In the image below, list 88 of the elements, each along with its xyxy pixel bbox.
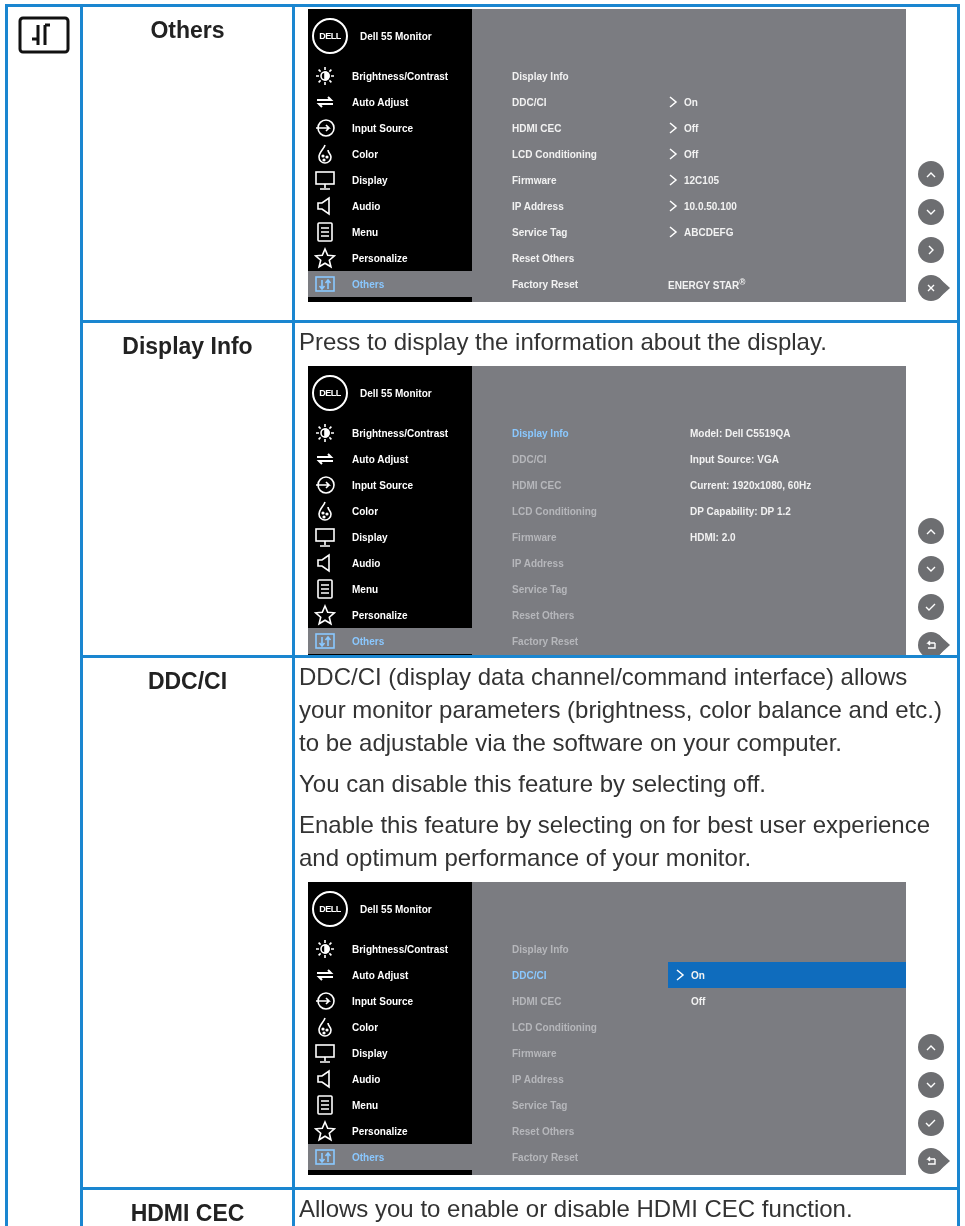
menu-option[interactable]: Factory Reset [512,1151,579,1163]
back-button[interactable] [917,631,951,655]
menu-option[interactable]: HDMI CEC [512,479,562,491]
menu-option[interactable]: HDMI CEC [512,122,562,134]
star-icon [314,247,336,269]
osd-title: Dell 55 Monitor [360,387,432,399]
list-icon [314,578,336,600]
menu-option[interactable]: Reset Others [512,1125,575,1137]
brightness-icon [314,938,336,960]
info-line: HDMI: 2.0 [689,531,737,543]
menu-option[interactable]: Factory Reset [512,278,579,290]
info-line: Model: Dell C5519QA [689,427,792,439]
option-value: ABCDEFG [684,226,734,238]
option-value: ENERGY STAR$^{®}$ [668,276,746,292]
description-text: Press to display the information about the display. [299,327,828,357]
menu-option[interactable]: Display Info [512,427,569,439]
star-icon [314,1120,336,1142]
dell-logo: DELL [312,375,348,411]
chevron-icon [668,226,678,238]
menu-option[interactable]: Service Tag [512,583,568,595]
chevron-icon [675,969,685,981]
menu-option[interactable]: Display Info [512,943,569,955]
menu-option[interactable]: LCD Conditioning [512,148,597,160]
option-value: On [684,96,698,108]
input-icon [314,117,336,139]
monitor-icon [314,1042,336,1064]
choice-option[interactable]: Off [668,988,906,1014]
menu-option[interactable]: Firmware [512,1047,557,1059]
menu-option[interactable]: DDC/CI [512,969,547,981]
chevron-icon [668,200,678,212]
section-title: HDMI CEC [130,1199,245,1226]
description-text: Allows you to enable or disable HDMI CEC function. [299,1194,854,1224]
osd-title: Dell 55 Monitor [360,30,432,42]
info-line: Input Source: VGA [689,453,780,465]
star-icon [314,604,336,626]
menu-option[interactable]: Display Info [512,70,569,82]
menu-option[interactable]: IP Address [512,200,564,212]
back-button[interactable] [917,1147,951,1175]
close-button[interactable] [917,274,951,302]
menu-option[interactable]: Firmware [512,531,557,543]
section-title: DDC/CI [147,667,228,696]
chevron-icon [668,96,678,108]
option-value: Off [684,148,699,160]
section-title: Display Info [122,332,253,361]
description-text: DDC/CI (display data channel/command interface) allows your monitor parameters (brightness, color balance and etc.) to be adjustable via the software on your computer. [299,662,943,758]
menu-item[interactable]: Others [308,628,472,654]
menu-item[interactable]: Others [308,271,472,297]
section-title: Others [150,16,225,45]
menu-option[interactable]: DDC/CI [512,96,547,108]
menu-item[interactable]: Others [308,1144,472,1170]
menu-option[interactable]: IP Address [512,1073,564,1085]
menu-option[interactable]: DDC/CI [512,453,547,465]
choice-option[interactable]: On [668,962,906,988]
input-icon [314,990,336,1012]
sliders-icon [314,1146,336,1168]
chevron-icon [668,122,678,134]
osd-title: Dell 55 Monitor [360,903,432,915]
description-text: You can disable this feature by selecting off. [299,769,767,799]
menu-option[interactable]: IP Address [512,557,564,569]
sliders-icon [18,16,70,54]
option-value: 10.0.50.100 [684,200,737,212]
brightness-icon [314,422,336,444]
chevron-icon [668,148,678,160]
monitor-icon [314,526,336,548]
menu-option[interactable]: Reset Others [512,609,575,621]
description-text: Enable this feature by selecting on for best user experience and optimum performance of your monitor. [299,810,932,873]
option-value: 12C105 [684,174,720,186]
dell-logo: DELL [312,891,348,927]
brightness-icon [314,65,336,87]
chevron-icon [668,174,678,186]
info-line: DP Capability: DP 1.2 [689,505,792,517]
option-value: Off [684,122,699,134]
sliders-icon [314,630,336,652]
menu-option[interactable]: Service Tag [512,226,568,238]
menu-option[interactable]: LCD Conditioning [512,505,597,517]
list-icon [314,221,336,243]
menu-option[interactable]: Factory Reset [512,635,579,647]
info-line: Current: 1920x1080, 60Hz [689,479,813,491]
sliders-icon [314,273,336,295]
menu-option[interactable]: Reset Others [512,252,575,264]
monitor-icon [314,169,336,191]
menu-option[interactable]: LCD Conditioning [512,1021,597,1033]
menu-option[interactable]: HDMI CEC [512,995,562,1007]
input-icon [314,474,336,496]
menu-option[interactable]: Service Tag [512,1099,568,1111]
list-icon [314,1094,336,1116]
dell-logo: DELL [312,18,348,54]
menu-option[interactable]: Firmware [512,174,557,186]
